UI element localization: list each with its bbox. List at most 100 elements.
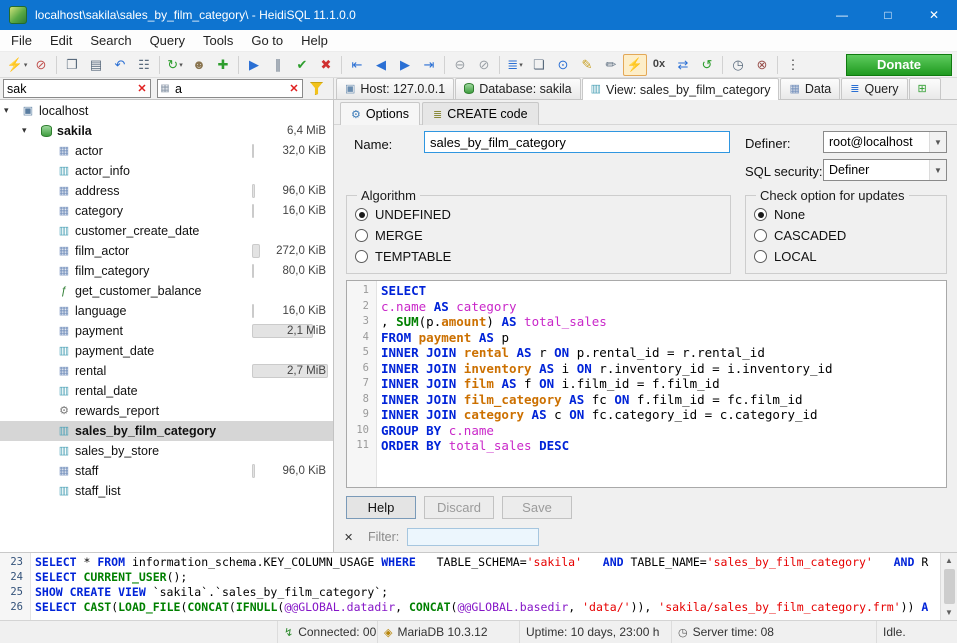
clear-filter-icon[interactable]: ✕ (286, 82, 302, 95)
tab-data[interactable]: ▦Data (780, 78, 840, 99)
overflow-icon[interactable]: ⋮ (781, 54, 805, 76)
radio-none[interactable]: None (754, 204, 938, 225)
log-scrollbar[interactable]: ▲ ▼ (940, 553, 957, 620)
apply-icon[interactable]: ✔ (290, 54, 314, 76)
sql-security-combo[interactable]: Definer ▼ (823, 159, 947, 181)
menu-query[interactable]: Query (141, 30, 194, 51)
tree-item-film_actor[interactable]: ▦film_actor272,0 KiB (0, 241, 333, 261)
last-record-icon[interactable]: ⇥ (417, 54, 441, 76)
expand-icon[interactable]: ▾ (22, 125, 27, 136)
menu-search[interactable]: Search (81, 30, 140, 51)
swap-icon[interactable]: ⇄ (671, 54, 695, 76)
tab-query[interactable]: ≣Query (841, 78, 907, 99)
subtab-create-code[interactable]: ≣CREATE code (422, 102, 539, 125)
grid-filter-input[interactable] (407, 528, 539, 546)
block-icon[interactable]: ⊘ (472, 54, 496, 76)
print-icon[interactable]: ☷ (132, 54, 156, 76)
definer-combo[interactable]: root@localhost ▼ (823, 131, 947, 153)
find-icon[interactable]: ⊙ (551, 54, 575, 76)
new-query-tab-icon[interactable]: ≣▾ (503, 54, 527, 76)
highlighter-icon[interactable]: ✎ (575, 54, 599, 76)
tab-database-sakila[interactable]: Database: sakila (455, 78, 580, 99)
tree-item-actor_info[interactable]: ▥actor_info (0, 161, 333, 181)
window-controls: — □ ✕ (819, 0, 957, 30)
tree-item-sales_by_film_category[interactable]: ▥sales_by_film_category (0, 421, 333, 441)
bolt-icon[interactable]: ⚡ (623, 54, 647, 76)
hex-icon[interactable]: 0x (647, 54, 671, 76)
tree-item-customer_create_date[interactable]: ▥customer_create_date (0, 221, 333, 241)
view-name-input[interactable] (424, 131, 730, 153)
scroll-down-icon[interactable]: ▼ (945, 605, 953, 620)
cancel-icon[interactable]: ✖ (314, 54, 338, 76)
prev-record-icon[interactable]: ◀ (369, 54, 393, 76)
edit-icon[interactable]: ✏ (599, 54, 623, 76)
alarm-icon[interactable]: ◷ (726, 54, 750, 76)
scroll-thumb[interactable] (944, 569, 955, 604)
menu-help[interactable]: Help (292, 30, 337, 51)
scroll-up-icon[interactable]: ▲ (945, 553, 953, 568)
undo-icon[interactable]: ↶ (108, 54, 132, 76)
cancel-operation-icon[interactable]: ⊗ (750, 54, 774, 76)
status-segment (0, 621, 278, 643)
export-icon[interactable]: ▤ (84, 54, 108, 76)
tree-item-staff[interactable]: ▦staff96,0 KiB (0, 461, 333, 481)
menu-file[interactable]: File (2, 30, 41, 51)
radio-undefined[interactable]: UNDEFINED (355, 204, 722, 225)
user-manager-icon[interactable]: ☻ (187, 54, 211, 76)
funnel-icon[interactable] (310, 82, 323, 95)
radio-cascaded[interactable]: CASCADED (754, 225, 938, 246)
tree-item-localhost[interactable]: ▾▣localhost (0, 101, 333, 121)
next-record-icon[interactable]: ▶ (393, 54, 417, 76)
tree-item-sales_by_store[interactable]: ▥sales_by_store (0, 441, 333, 461)
run-icon[interactable]: ▶ (242, 54, 266, 76)
reload-icon[interactable]: ↺ (695, 54, 719, 76)
tree-item-language[interactable]: ▦language16,0 KiB (0, 301, 333, 321)
session-manager-icon[interactable]: ⚡▾ (5, 54, 29, 76)
tree-item-film_category[interactable]: ▦film_category80,0 KiB (0, 261, 333, 281)
stop-icon[interactable]: ⊖ (448, 54, 472, 76)
close-button[interactable]: ✕ (911, 0, 957, 30)
copy-icon[interactable]: ❐ (60, 54, 84, 76)
tree-item-address[interactable]: ▦address96,0 KiB (0, 181, 333, 201)
menu-go-to[interactable]: Go to (242, 30, 292, 51)
tab-host-127-0-0-1[interactable]: ▣Host: 127.0.0.1 (336, 78, 454, 99)
size-label: 6,4 MiB (287, 124, 326, 138)
database-icon (38, 125, 54, 137)
tab-plus[interactable]: ⊞ (909, 78, 941, 99)
tree-item-actor[interactable]: ▦actor32,0 KiB (0, 141, 333, 161)
minimize-button[interactable]: — (819, 0, 865, 30)
refresh-icon[interactable]: ↻▾ (163, 54, 187, 76)
tree-item-label: rental_date (75, 384, 138, 398)
first-record-icon[interactable]: ⇤ (345, 54, 369, 76)
tree-item-rewards_report[interactable]: ⚙rewards_report (0, 401, 333, 421)
tree-item-staff_list[interactable]: ▥staff_list (0, 481, 333, 501)
menu-tools[interactable]: Tools (194, 30, 242, 51)
menu-edit[interactable]: Edit (41, 30, 81, 51)
radio-merge[interactable]: MERGE (355, 225, 722, 246)
maximize-button[interactable]: □ (865, 0, 911, 30)
tree-item-category[interactable]: ▦category16,0 KiB (0, 201, 333, 221)
help-button[interactable]: Help (346, 496, 416, 519)
tab-view-sales-by-film-category[interactable]: ▥View: sales_by_film_category (582, 78, 780, 100)
code-text: INNER JOIN category AS c ON fc.category_… (376, 407, 818, 423)
tree-item-payment[interactable]: ▦payment2,1 MiB (0, 321, 333, 341)
donate-button[interactable]: Donate (846, 54, 952, 76)
clear-filter-icon[interactable]: ✕ (134, 82, 150, 95)
disconnect-icon[interactable]: ⊘ (29, 54, 53, 76)
close-icon[interactable]: ✕ (344, 531, 358, 544)
data-filter-input[interactable] (172, 82, 286, 96)
tree-item-rental_date[interactable]: ▥rental_date (0, 381, 333, 401)
tree-item-rental[interactable]: ▦rental2,7 MiB (0, 361, 333, 381)
radio-temptable[interactable]: TEMPTABLE (355, 246, 722, 267)
add-icon[interactable]: ✚ (211, 54, 235, 76)
tree-item-get_customer_balance[interactable]: ƒget_customer_balance (0, 281, 333, 301)
subtab-options[interactable]: ⚙Options (340, 102, 420, 125)
new-file-icon[interactable]: ❏ (527, 54, 551, 76)
table-filter-input[interactable] (4, 82, 134, 96)
tree-item-payment_date[interactable]: ▥payment_date (0, 341, 333, 361)
sql-source-editor[interactable]: 1SELECT2c.name AS category3, SUM(p.amoun… (346, 280, 947, 488)
tree-item-sakila[interactable]: ▾sakila6,4 MiB (0, 121, 333, 141)
expand-icon[interactable]: ▾ (4, 105, 9, 116)
radio-local[interactable]: LOCAL (754, 246, 938, 267)
pause-icon[interactable]: ∥ (266, 54, 290, 76)
